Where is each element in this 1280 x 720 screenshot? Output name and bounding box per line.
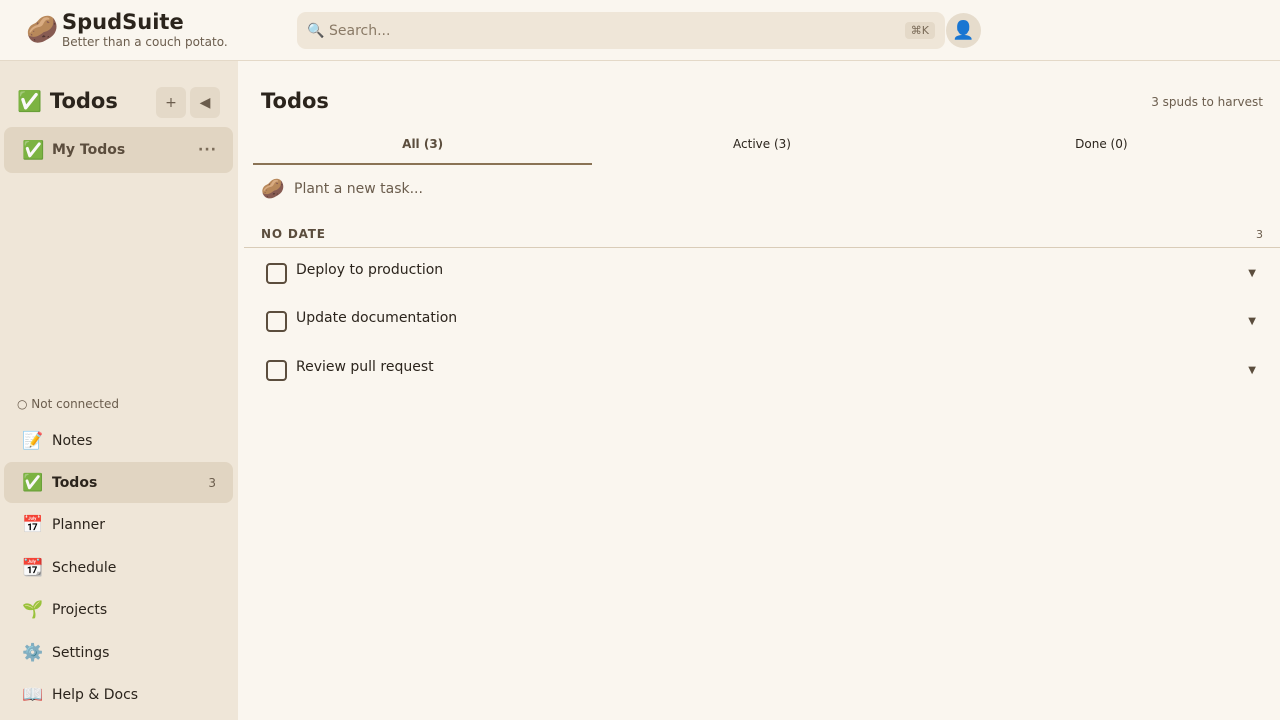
todo-item[interactable]: Deploy to production ▼	[266, 261, 1256, 285]
nav-label: Notes	[52, 432, 93, 449]
memo-icon: 📝	[22, 430, 44, 451]
tab-done[interactable]: Done (0)	[932, 125, 1271, 165]
gear-icon: ⚙️	[22, 642, 44, 663]
todo-checkbox[interactable]	[266, 359, 287, 381]
new-task-input[interactable]	[294, 180, 894, 197]
add-list-button[interactable]: +	[156, 87, 186, 118]
nav-label: Todos	[52, 474, 98, 491]
app-tagline: Better than a couch potato.	[62, 35, 228, 49]
nav-item-planner[interactable]: 📅 Planner	[4, 504, 233, 545]
new-task-row: 🥔	[261, 177, 894, 200]
potato-logo-icon: 🥔	[26, 15, 59, 45]
potato-icon: 🥔	[261, 178, 285, 200]
seedling-icon: 🌱	[22, 599, 44, 620]
list-label: My Todos	[52, 142, 126, 158]
connection-status: ○ Not connected	[17, 397, 119, 411]
todo-text[interactable]: Update documentation	[296, 310, 457, 326]
nav-count-badge: 3	[208, 475, 216, 490]
nav-item-notes[interactable]: 📝 Notes	[4, 420, 233, 461]
todo-checkbox[interactable]	[266, 310, 287, 332]
user-avatar-button[interactable]: 👤	[946, 13, 981, 48]
expand-chevron-icon[interactable]: ▼	[1248, 365, 1256, 376]
plus-icon: +	[165, 94, 177, 111]
checkmark-icon: ✅	[17, 89, 42, 113]
sidebar-title-label: Todos	[49, 89, 118, 113]
nav-item-projects[interactable]: 🌱 Projects	[4, 589, 233, 630]
tab-all[interactable]: All (3)	[253, 125, 593, 165]
search-bar[interactable]: 🔍 ⌘K	[297, 12, 945, 49]
todo-summary: 3 spuds to harvest	[1151, 95, 1263, 109]
main-content: Todos 3 spuds to harvest All (3) Active …	[238, 61, 1280, 720]
nav-label: Schedule	[52, 559, 117, 576]
search-input[interactable]	[329, 22, 905, 39]
brand[interactable]: 🥔 SpudSuite Better than a couch potato.	[26, 10, 228, 50]
filter-tabs: All (3) Active (3) Done (0)	[253, 125, 1271, 165]
search-icon: 🔍	[307, 22, 325, 39]
group-label: NO DATE	[261, 227, 326, 241]
group-header-no-date: NO DATE 3	[244, 221, 1280, 248]
sidebar-title: ✅ Todos	[17, 89, 118, 113]
search-shortcut-badge: ⌘K	[904, 22, 935, 39]
sidebar: ✅ Todos + ◀ ✅ My Todos ··· ○ Not connect…	[0, 61, 238, 720]
todo-text[interactable]: Deploy to production	[296, 262, 443, 278]
nav-label: Projects	[52, 601, 108, 618]
todo-item[interactable]: Review pull request ▼	[266, 358, 1256, 382]
tear-off-calendar-icon: 📆	[22, 557, 44, 578]
nav-item-schedule[interactable]: 📆 Schedule	[4, 547, 233, 588]
user-icon: 👤	[952, 20, 975, 41]
expand-chevron-icon[interactable]: ▼	[1248, 268, 1256, 279]
todo-text[interactable]: Review pull request	[296, 359, 434, 375]
collapse-sidebar-button[interactable]: ◀	[190, 87, 220, 118]
group-count: 3	[1256, 227, 1263, 241]
calendar-icon: 📅	[22, 514, 44, 535]
top-bar: 🥔 SpudSuite Better than a couch potato. …	[0, 0, 1280, 61]
book-icon: 📖	[22, 684, 44, 705]
list-item-my-todos[interactable]: ✅ My Todos ···	[4, 127, 233, 173]
expand-chevron-icon[interactable]: ▼	[1248, 316, 1256, 327]
checkmark-icon: ✅	[22, 139, 45, 161]
nav-item-help-docs[interactable]: 📖 Help & Docs	[4, 674, 233, 715]
tab-active[interactable]: Active (3)	[592, 125, 931, 165]
todo-item[interactable]: Update documentation ▼	[266, 309, 1256, 333]
collapse-arrow-icon: ◀	[199, 94, 211, 111]
page-title: Todos	[261, 89, 329, 113]
more-options-icon[interactable]: ···	[198, 142, 217, 158]
nav-label: Settings	[52, 644, 110, 661]
nav-item-todos[interactable]: ✅ Todos 3	[4, 462, 233, 503]
nav-item-settings[interactable]: ⚙️ Settings	[4, 632, 233, 673]
nav-label: Planner	[52, 516, 106, 533]
todo-checkbox[interactable]	[266, 262, 287, 284]
nav-label: Help & Docs	[52, 686, 139, 703]
app-name: SpudSuite	[62, 10, 184, 34]
checkmark-icon: ✅	[22, 472, 44, 493]
